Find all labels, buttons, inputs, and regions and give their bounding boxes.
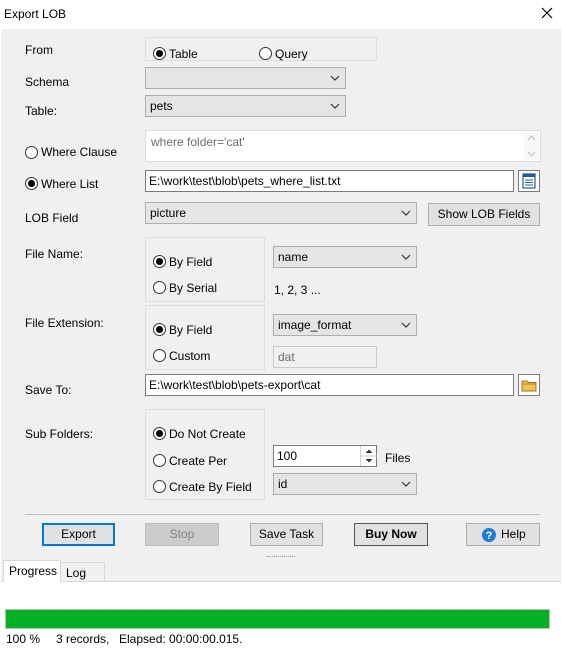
file-name-by-serial-radio[interactable] (153, 281, 166, 294)
file-name-by-field-label: By Field (169, 255, 213, 269)
chevron-down-icon (401, 210, 411, 216)
title-bar: Export LOB (0, 0, 562, 29)
file-name-field-value: name (278, 250, 309, 264)
sub-folders-by-field-radio[interactable] (153, 480, 166, 493)
spin-arrows-icon (361, 449, 377, 463)
table-label: Table: (25, 104, 58, 118)
help-label: Help (501, 527, 526, 541)
close-button[interactable] (532, 0, 562, 29)
help-button[interactable]: ? Help (466, 523, 540, 546)
file-extension-label: File Extension: (25, 316, 104, 330)
sub-folders-per-radio[interactable] (153, 454, 166, 467)
from-table-label: Table (169, 47, 198, 61)
tab-log[interactable]: Log (60, 562, 105, 581)
separator (25, 514, 540, 515)
chevron-down-icon (330, 75, 340, 81)
show-lob-fields-button[interactable]: Show LOB Fields (428, 203, 540, 226)
from-label: From (25, 43, 53, 57)
file-name-field-select[interactable]: name (273, 246, 417, 268)
file-name-label: File Name: (25, 247, 84, 261)
file-ext-field-value: image_format (278, 318, 352, 332)
progress-bar (5, 609, 550, 629)
schema-label: Schema (25, 75, 70, 89)
buy-now-button[interactable]: Buy Now (354, 523, 428, 546)
files-per-folder-value: 100 (277, 449, 298, 463)
save-to-input[interactable]: E:\work\test\blob\pets-export\cat (145, 374, 514, 396)
sub-folder-field-select[interactable]: id (273, 473, 417, 495)
where-list-input[interactable]: E:\work\test\blob\pets_where_list.txt (145, 170, 514, 192)
where-clause-radio[interactable] (25, 146, 38, 159)
tab-progress[interactable]: Progress (3, 560, 61, 582)
lob-field-value: picture (150, 206, 187, 220)
sub-folders-per-label: Create Per (169, 454, 228, 468)
file-name-by-serial-label: By Serial (169, 281, 218, 295)
spinner-buttons[interactable] (360, 446, 377, 466)
schema-select[interactable] (145, 67, 346, 89)
help-icon: ? (482, 528, 496, 542)
folder-icon (521, 380, 537, 392)
where-clause-label: Where Clause (41, 145, 118, 159)
progress-records: 3 records, (56, 632, 110, 646)
files-per-folder-spinner[interactable]: 100 (273, 445, 377, 467)
file-ext-by-field-radio[interactable] (153, 323, 166, 336)
chevron-down-icon (401, 254, 411, 260)
where-list-path: E:\work\test\blob\pets_where_list.txt (149, 174, 341, 188)
sub-folders-label: Sub Folders: (25, 427, 94, 441)
files-unit-label: Files (385, 451, 411, 465)
from-query-label: Query (275, 47, 308, 61)
file-ext-custom-value: dat (278, 350, 295, 364)
list-file-icon (522, 173, 536, 189)
progress-bar-fill (6, 610, 549, 628)
where-list-browse-button[interactable] (518, 170, 540, 192)
export-button[interactable]: Export (42, 523, 115, 546)
where-clause-input[interactable]: where folder='cat' (145, 130, 541, 162)
from-query-radio[interactable] (259, 47, 272, 60)
stop-button[interactable]: Stop (145, 523, 219, 546)
table-value: pets (150, 99, 173, 113)
save-task-button[interactable]: Save Task (250, 523, 323, 546)
save-to-path: E:\work\test\blob\pets-export\cat (149, 378, 321, 392)
where-list-label: Where List (41, 177, 99, 191)
window-title: Export LOB (4, 7, 67, 21)
file-ext-custom-label: Custom (169, 349, 211, 363)
where-list-radio[interactable] (25, 177, 38, 190)
chevron-down-icon (401, 322, 411, 328)
sub-folder-field-value: id (278, 477, 288, 491)
progress-percent: 100 % (6, 632, 41, 646)
svg-text:?: ? (486, 530, 493, 542)
sub-folders-by-field-label: Create By Field (169, 480, 252, 494)
table-select[interactable]: pets (145, 95, 346, 117)
close-icon (541, 7, 553, 19)
file-ext-custom-input[interactable]: dat (273, 346, 377, 368)
save-to-label: Save To: (25, 383, 72, 397)
sub-folders-none-label: Do Not Create (169, 427, 246, 441)
serial-hint: 1, 2, 3 ... (274, 283, 321, 297)
scroll-arrows-icon (527, 135, 536, 157)
progress-elapsed: Elapsed: 00:00:00.015. (119, 632, 243, 646)
file-ext-field-select[interactable]: image_format (273, 314, 417, 336)
tab-progress-label: Progress (9, 564, 58, 578)
where-clause-scrollbar[interactable] (524, 132, 539, 160)
chevron-down-icon (401, 481, 411, 487)
chevron-down-icon (330, 103, 340, 109)
lob-field-select[interactable]: picture (145, 202, 417, 224)
tab-log-label: Log (66, 566, 87, 580)
where-clause-text: where folder='cat' (151, 135, 245, 149)
sub-folders-none-radio[interactable] (153, 427, 166, 440)
file-ext-by-field-label: By Field (169, 323, 213, 337)
file-ext-custom-radio[interactable] (153, 349, 166, 362)
file-name-by-field-radio[interactable] (153, 255, 166, 268)
lob-field-label: LOB Field (25, 211, 79, 225)
from-table-radio[interactable] (153, 47, 166, 60)
save-to-browse-button[interactable] (518, 374, 540, 396)
splitter-grip[interactable] (267, 556, 295, 559)
